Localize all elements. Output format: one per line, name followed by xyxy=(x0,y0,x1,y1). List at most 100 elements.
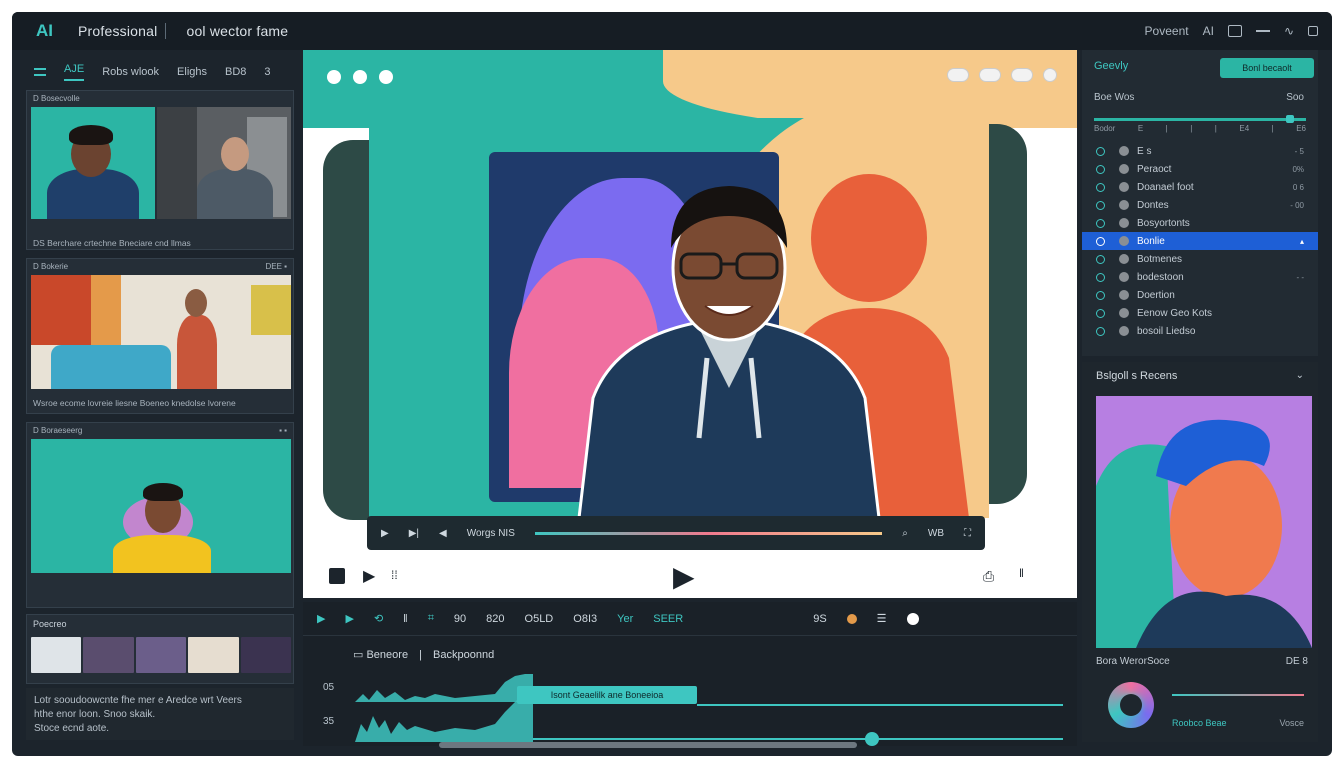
slider-knob[interactable] xyxy=(1286,115,1294,123)
timeline-scrollbar[interactable] xyxy=(439,742,857,748)
tick-mark: | xyxy=(1271,124,1274,133)
radio-button[interactable] xyxy=(1096,254,1105,264)
list-item[interactable]: Doanael foot 0 6 xyxy=(1082,178,1318,196)
export-icon[interactable]: ⎙ xyxy=(983,568,994,585)
track-label: Beneore xyxy=(366,649,409,661)
radio-button[interactable] xyxy=(1096,182,1105,192)
radio-button[interactable] xyxy=(1096,200,1105,210)
window-dot[interactable] xyxy=(327,70,341,84)
timeline: ▶ ▶ ⟲ ‖ ⌗ 90 820 O5LD O8I3 Yer SEER 9S ☰… xyxy=(303,602,1077,748)
list-item[interactable]: E s - 5 xyxy=(1082,142,1318,160)
marker-icon[interactable]: ‖ xyxy=(1019,566,1024,580)
list-item[interactable]: bosoil Liedso xyxy=(1082,322,1318,340)
playhead-knob[interactable] xyxy=(865,732,879,746)
radio-button[interactable] xyxy=(1096,290,1105,300)
search-icon[interactable]: ⌕ xyxy=(902,528,908,539)
radio-button[interactable] xyxy=(1096,272,1105,282)
radio-button[interactable] xyxy=(1096,236,1105,246)
list-item-selected[interactable]: Bonlie ▴ xyxy=(1082,232,1318,250)
list-item[interactable]: Eenow Geo Kots xyxy=(1082,304,1318,322)
fullscreen-icon[interactable]: ⛶ xyxy=(964,528,971,539)
tab-robs[interactable]: Robs wlook xyxy=(102,66,159,78)
reel-panel: Poecreo xyxy=(26,614,294,684)
avatar xyxy=(1119,164,1129,174)
color-wheel-icon[interactable] xyxy=(1108,682,1154,728)
tab-3[interactable]: 3 xyxy=(264,66,270,78)
gradient-bar[interactable] xyxy=(1172,694,1304,696)
volume-icon[interactable]: ◀ xyxy=(439,528,447,539)
reel-strip[interactable] xyxy=(31,637,292,673)
toolbar-value: Yer xyxy=(617,612,634,625)
progress-bar[interactable] xyxy=(534,531,883,535)
media-card-1[interactable]: D Bosecvolle DS Berchare crtechne Bnecia… xyxy=(26,90,294,250)
track-line xyxy=(697,704,1063,706)
play-icon[interactable]: ▶ xyxy=(317,612,325,625)
crop-icon[interactable]: ⌗ xyxy=(428,612,434,625)
play-icon[interactable]: ▶ xyxy=(381,528,389,539)
tab-bd8[interactable]: BD8 xyxy=(225,66,246,78)
radio-button[interactable] xyxy=(1096,218,1105,228)
wave-icon[interactable]: ∿ xyxy=(1284,24,1294,38)
list-item[interactable]: bodestoon - - xyxy=(1082,268,1318,286)
menu-icon[interactable]: ☰ xyxy=(877,612,887,625)
list-item[interactable]: Botmenes xyxy=(1082,250,1318,268)
radio-button[interactable] xyxy=(1096,164,1105,174)
record-icon[interactable] xyxy=(846,613,857,624)
video-preview[interactable]: ▶ ▶| ◀ Worgs NIS ⌕ WB ⛶ ▶ ⁞⁞ ▶ ⎙ ‖ xyxy=(303,50,1077,598)
next-icon[interactable]: ▶ xyxy=(345,612,353,625)
reel-thumb[interactable] xyxy=(240,637,292,673)
apply-button[interactable]: Bonl becaolt xyxy=(1220,58,1314,78)
list-item[interactable]: Dontes - 00 xyxy=(1082,196,1318,214)
radio-button[interactable] xyxy=(1096,308,1105,318)
item-label: Dontes xyxy=(1137,199,1169,211)
item-value: - - xyxy=(1296,272,1304,282)
media-card-3[interactable]: D Boraeseerg ▪ ▪ xyxy=(26,422,294,608)
top-ai-label[interactable]: AI xyxy=(1203,24,1214,38)
grid-icon[interactable]: ⁞⁞ xyxy=(391,568,398,582)
reel-thumb[interactable] xyxy=(31,637,82,673)
timeline-clip[interactable]: Isont Geaelilk ane Boneeioa xyxy=(517,686,697,704)
play-small-icon[interactable]: ▶ xyxy=(363,566,375,586)
track-label: Backpoonnd xyxy=(433,649,495,661)
track-icon[interactable]: ▭ xyxy=(353,649,363,661)
avatar xyxy=(1119,272,1129,282)
intensity-slider[interactable] xyxy=(1094,115,1306,123)
toggle-icon[interactable] xyxy=(1011,68,1033,82)
next-frame-icon[interactable]: ▶| xyxy=(409,528,419,539)
expand-icon[interactable] xyxy=(1043,68,1057,82)
big-play-icon[interactable]: ▶ xyxy=(673,560,695,593)
window-dot[interactable] xyxy=(379,70,393,84)
loop-icon[interactable]: ⟲ xyxy=(374,612,383,625)
media-card-2[interactable]: D Bokerie DEE ▪ Wsroe ecome lovreie liesn… xyxy=(26,258,294,414)
tab-aje[interactable]: AJE xyxy=(64,63,85,81)
thumbnail-person-yellow[interactable] xyxy=(31,439,291,573)
window-dot[interactable] xyxy=(353,70,367,84)
thumbnail-person-teal[interactable] xyxy=(31,107,155,219)
toggle-icon[interactable] xyxy=(906,612,919,625)
silhouette-art xyxy=(1096,419,1312,648)
chevron-down-icon[interactable]: ⌄ xyxy=(1296,370,1304,381)
toggle-icon[interactable] xyxy=(979,68,1001,82)
item-label: Eenow Geo Kots xyxy=(1137,307,1213,319)
radio-button[interactable] xyxy=(1096,326,1105,336)
pause-icon[interactable]: ‖ xyxy=(403,613,408,625)
reel-thumb[interactable] xyxy=(135,637,187,673)
tab-elighs[interactable]: Elighs xyxy=(177,66,207,78)
list-item[interactable]: Bosyortonts xyxy=(1082,214,1318,232)
window-icon[interactable] xyxy=(1227,25,1242,37)
menu-icon[interactable] xyxy=(1255,30,1270,32)
top-menu-label[interactable]: Poveent xyxy=(1145,24,1189,38)
radio-button[interactable] xyxy=(1096,146,1105,156)
thumbnail-living-room[interactable] xyxy=(31,275,291,389)
stop-icon[interactable] xyxy=(329,568,345,584)
thumbnail-person-studio[interactable] xyxy=(157,107,291,219)
reel-thumb[interactable] xyxy=(188,637,239,673)
preset-artwork[interactable] xyxy=(1096,396,1312,648)
settings-icon[interactable] xyxy=(1308,26,1318,36)
layers-icon[interactable] xyxy=(34,68,46,76)
list-item[interactable]: Doertion xyxy=(1082,286,1318,304)
toggle-icon[interactable] xyxy=(947,68,969,82)
list-item[interactable]: Peraoct 0% xyxy=(1082,160,1318,178)
reel-thumb[interactable] xyxy=(83,637,134,673)
note-line: Stoce ecnd aote. xyxy=(34,723,110,734)
